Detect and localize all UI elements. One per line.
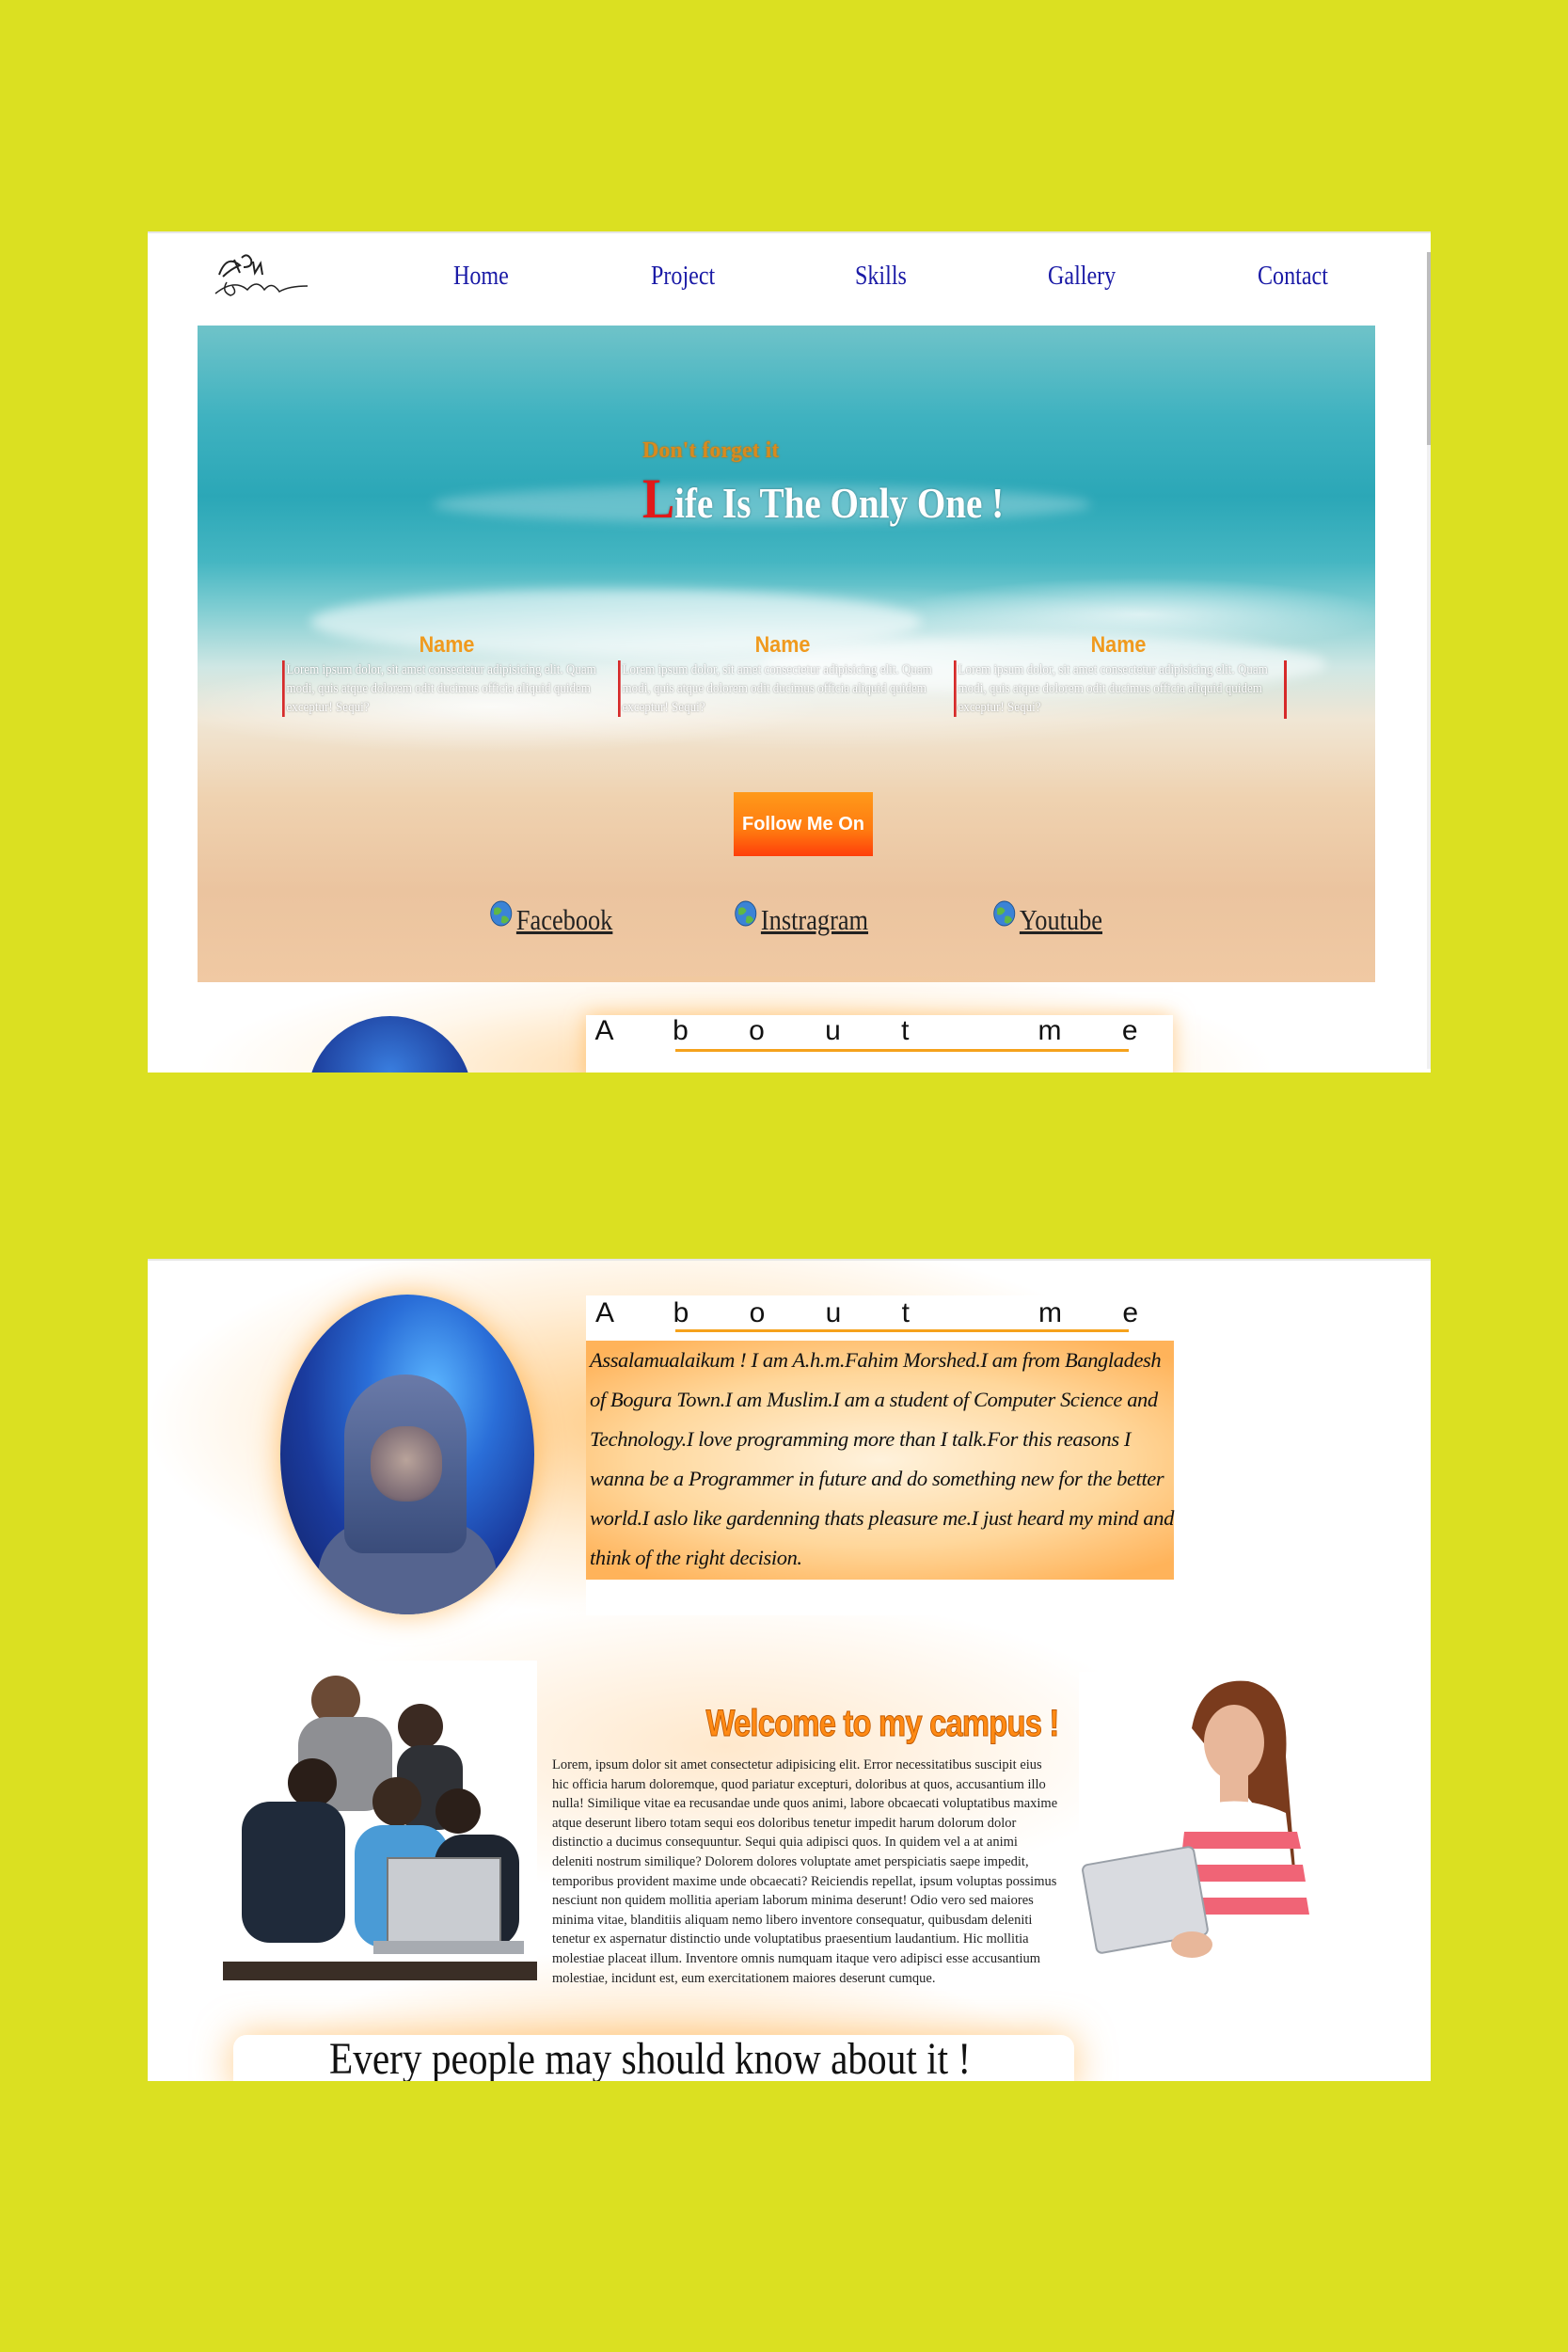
name-heading: Name	[1090, 632, 1147, 658]
social-facebook-link[interactable]: Facebook	[489, 899, 612, 937]
name-heading: Name	[754, 632, 811, 658]
students-group-image	[223, 1661, 537, 1980]
bottom-heading-box: Every people may should know about it !	[233, 2034, 1074, 2081]
social-label: Facebook	[515, 903, 613, 936]
about-underline	[675, 1049, 1129, 1052]
hero-kicker: Don't forget it	[642, 438, 780, 463]
nav-home[interactable]: Home	[453, 262, 509, 292]
about-text: Assalamualaikum ! I am A.h.m.Fahim Morsh…	[590, 1348, 1174, 1569]
about-title: A b o u t m e	[594, 1297, 1165, 1328]
social-instagram-link[interactable]: Instragram	[734, 899, 868, 937]
name-text: Lorem ipsum dolor, sit amet consectetur …	[618, 660, 948, 717]
social-label: Youtube	[1019, 903, 1103, 936]
screenshot-bottom: A b o u t m e Assalamualaikum ! I am A.h…	[148, 1259, 1431, 2081]
globe-icon	[490, 900, 513, 927]
name-column-2: Name Lorem ipsum dolor, sit amet consect…	[618, 632, 947, 717]
avatar	[280, 1295, 534, 1614]
social-youtube-link[interactable]: Youtube	[992, 899, 1102, 937]
scrollbar-thumb[interactable]	[1427, 252, 1431, 445]
screenshot-top: Home Project Skills Gallery Contact Don'…	[148, 231, 1431, 1073]
about-box: A b o u t m e Assalamualaikum ! I am A.h…	[586, 1295, 1174, 1615]
nav-contact[interactable]: Contact	[1258, 262, 1328, 292]
hero-title-rest: ife Is The Only One !	[674, 479, 1005, 527]
avatar-face	[371, 1426, 442, 1502]
nav-project[interactable]: Project	[651, 262, 715, 292]
logo-signature-icon[interactable]	[210, 246, 315, 305]
campus-title: Welcome to my campus !	[705, 1703, 1060, 1745]
hero-section: Don't forget it Life Is The Only One ! N…	[198, 326, 1375, 982]
social-label: Instragram	[760, 903, 869, 936]
about-title: A b o u t m e	[594, 1015, 1164, 1046]
campus-text: Lorem, ipsum dolor sit amet consectetur …	[552, 1757, 1058, 1986]
globe-icon	[735, 900, 757, 927]
name-column-1: Name Lorem ipsum dolor, sit amet consect…	[282, 632, 611, 717]
name-text: Lorem ipsum dolor, sit amet consectetur …	[282, 660, 612, 717]
about-text-wrap: Assalamualaikum ! I am A.h.m.Fahim Morsh…	[586, 1341, 1174, 1580]
about-title-wrap: A b o u t m e	[586, 1295, 1174, 1335]
nav-gallery[interactable]: Gallery	[1048, 262, 1116, 292]
about-underline	[675, 1329, 1129, 1332]
name-heading: Name	[419, 632, 475, 658]
globe-icon	[993, 900, 1016, 927]
hero-title-initial: L	[642, 468, 675, 530]
student-girl-image	[1079, 1672, 1361, 1982]
about-box: A b o u t m e	[586, 1015, 1173, 1073]
name-text: Lorem ipsum dolor, sit amet consectetur …	[954, 660, 1284, 717]
name-column-3: Name Lorem ipsum dolor, sit amet consect…	[954, 632, 1287, 719]
hero-title: Life Is The Only One !	[642, 467, 1004, 532]
bottom-heading: Every people may should know about it !	[329, 2034, 972, 2081]
column-border	[1284, 660, 1287, 719]
nav-skills[interactable]: Skills	[855, 262, 907, 292]
navbar: Home Project Skills Gallery Contact	[148, 233, 1431, 326]
follow-me-button[interactable]: Follow Me On	[734, 792, 873, 856]
